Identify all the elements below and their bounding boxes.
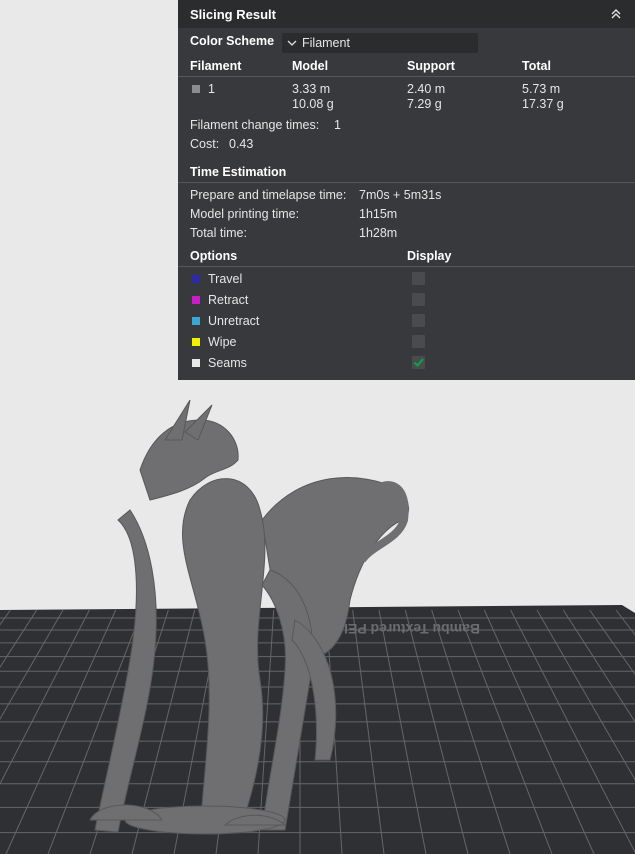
wipe-color-swatch xyxy=(192,338,200,346)
divider xyxy=(178,266,635,267)
option-seams-checkbox[interactable] xyxy=(412,356,425,369)
cost-label: Cost: xyxy=(190,137,220,151)
color-scheme-label: Color Scheme xyxy=(190,34,275,48)
divider xyxy=(178,182,635,183)
filament-color-swatch xyxy=(192,85,200,93)
option-retract-checkbox[interactable] xyxy=(412,293,425,306)
color-scheme-value: Filament xyxy=(302,36,350,50)
travel-color-swatch xyxy=(192,275,200,283)
filament-change-value: 1 xyxy=(334,118,341,132)
panel-header: Slicing Result xyxy=(178,0,635,28)
cost-value: 0.43 xyxy=(229,137,254,151)
support-length: 2.40 m xyxy=(407,82,446,96)
col-header-model: Model xyxy=(292,59,329,73)
option-wipe-label: Wipe xyxy=(208,335,237,349)
panel-title: Slicing Result xyxy=(190,6,276,22)
chevron-down-icon xyxy=(282,40,302,46)
color-scheme-dropdown[interactable]: Filament xyxy=(282,33,478,53)
total-length: 5.73 m xyxy=(522,82,561,96)
time-estimation-title: Time Estimation xyxy=(190,165,287,179)
col-header-support: Support xyxy=(407,59,455,73)
option-unretract-label: Unretract xyxy=(208,314,260,328)
filament-id: 1 xyxy=(208,82,215,96)
option-unretract-checkbox[interactable] xyxy=(412,314,425,327)
option-seams-label: Seams xyxy=(208,356,247,370)
filament-change-label: Filament change times: xyxy=(190,118,320,132)
model-time-value: 1h15m xyxy=(359,207,398,221)
prepare-time-value: 7m0s + 5m31s xyxy=(359,188,442,202)
col-header-filament: Filament xyxy=(190,59,242,73)
divider xyxy=(178,76,635,77)
prepare-time-label: Prepare and timelapse time: xyxy=(190,188,347,202)
checkmark-icon xyxy=(413,358,424,367)
total-time-label: Total time: xyxy=(190,226,247,240)
model-weight: 10.08 g xyxy=(292,97,334,111)
slicing-result-panel: Slicing Result Color Scheme Filament Fil… xyxy=(178,0,635,380)
total-weight: 17.37 g xyxy=(522,97,564,111)
option-travel-label: Travel xyxy=(208,272,243,286)
model-length: 3.33 m xyxy=(292,82,331,96)
total-time-value: 1h28m xyxy=(359,226,398,240)
support-weight: 7.29 g xyxy=(407,97,442,111)
retract-color-swatch xyxy=(192,296,200,304)
model-time-label: Model printing time: xyxy=(190,207,300,221)
option-wipe-checkbox[interactable] xyxy=(412,335,425,348)
unretract-color-swatch xyxy=(192,317,200,325)
options-title: Options xyxy=(190,249,238,263)
seams-color-swatch xyxy=(192,359,200,367)
collapse-icon[interactable] xyxy=(609,7,623,21)
col-header-total: Total xyxy=(522,59,551,73)
display-title: Display xyxy=(407,249,452,263)
option-retract-label: Retract xyxy=(208,293,249,307)
option-travel-checkbox[interactable] xyxy=(412,272,425,285)
